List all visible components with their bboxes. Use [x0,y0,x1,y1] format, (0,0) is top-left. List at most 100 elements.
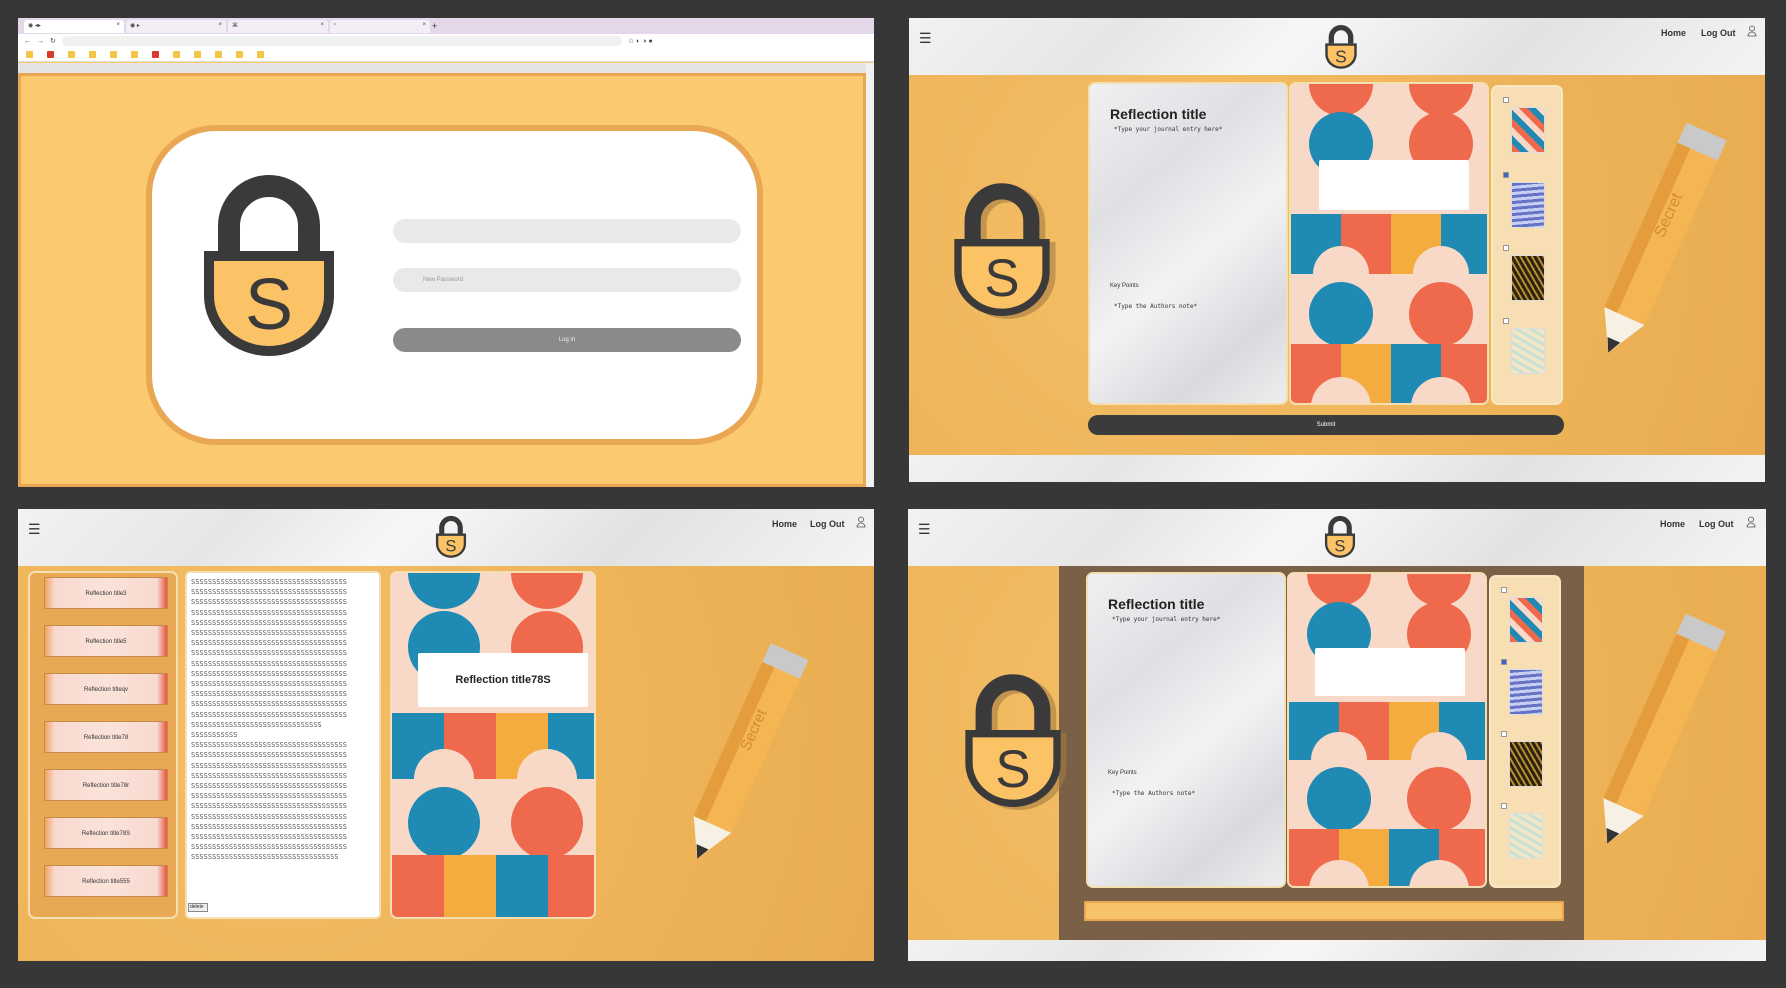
cover-checkbox[interactable] [1501,659,1507,665]
cover-checkbox[interactable] [1501,803,1507,809]
text-line: SSSSSSSSSSSSSSSSSSSSSSSSSSSSSSSSSSSSS [191,659,347,668]
cover-checkbox[interactable] [1501,731,1507,737]
hamburger-icon[interactable]: ☰ [28,521,41,538]
padlock-logo-icon[interactable]: S [1322,24,1360,70]
book-spine[interactable]: Reflection title3 [44,577,168,609]
cover-picker [1489,575,1561,888]
cover-title-box [1319,160,1469,210]
back-icon[interactable]: ← [24,38,31,45]
cover-thumb-floral[interactable] [1511,328,1545,374]
cover-checkbox[interactable] [1501,587,1507,593]
cover-thumb-floral[interactable] [1509,813,1543,859]
browser-tab[interactable]: ⌘ × [228,19,328,33]
cover-thumb-gold[interactable] [1511,255,1545,301]
login-card: S New Password Log in [146,125,763,445]
new-tab-icon[interactable]: + [432,21,437,31]
book-spine[interactable]: Reflection titleqv [44,673,168,705]
browser-tab[interactable]: ◉ ▸ × [126,19,226,33]
cover-thumb-gold[interactable] [1509,741,1543,787]
bookmark-icon[interactable] [110,51,117,58]
submit-button[interactable]: Submit [1088,415,1564,435]
bookmark-icon[interactable] [68,51,75,58]
journal-cover [1289,82,1489,405]
key-points-label: Key Points [1108,770,1137,776]
bookmark-icon[interactable] [173,51,180,58]
hamburger-icon[interactable]: ☰ [919,30,932,47]
password-input[interactable]: New Password [393,268,741,292]
book-spine[interactable]: Reflection title78r [44,769,168,801]
app-header: ☰ S Home Log Out [909,18,1765,75]
cover-checkbox[interactable] [1503,172,1509,178]
svg-text:S: S [1335,46,1347,66]
main-area: Reflection title3 Reflection title5 Refl… [18,566,874,961]
address-bar[interactable] [61,36,622,46]
browser-tab[interactable]: ◉ ◂▸ × [24,19,124,33]
submit-button[interactable] [1084,901,1564,921]
bookmark-icon[interactable] [131,51,138,58]
padlock-logo-icon[interactable]: S [433,515,469,559]
bookmark-icon[interactable] [152,51,159,58]
logout-link[interactable]: Log Out [1699,519,1734,529]
book-spine[interactable]: Reflection title78S [44,817,168,849]
entry-title-input[interactable]: Reflection title [1108,596,1204,612]
bookmarks-bar [18,48,874,62]
bookmark-icon[interactable] [89,51,96,58]
bookmark-icon[interactable] [26,51,33,58]
login-button[interactable]: Log in [393,328,741,352]
svg-text:S: S [995,740,1030,799]
cover-thumb-waves[interactable] [1511,182,1545,228]
text-line: SSSSSSSSSSSSSSSSSSSSSSSSSSSSSSSSSSSSS [191,833,347,842]
padlock-decoration-icon: S [954,183,1056,319]
delete-button[interactable]: delete [188,903,208,912]
text-line: SSSSSSSSSSSSSSSSSSSSSSSSSSSSSSSSSSSSS [191,618,347,627]
text-line: SSSSSSSSSSSSSSSSSSSSSSSSSSSSSSSSSSSSS [191,792,347,801]
home-link[interactable]: Home [1661,28,1686,38]
book-spine[interactable]: Reflection title5 [44,625,168,657]
text-line: SSSSSSSSSSSSSSSSSSSSSSSSSSSSSSSSSSSSS [191,700,347,709]
padlock-decoration-icon: S [965,674,1067,810]
logout-link[interactable]: Log Out [810,519,845,529]
authors-note-input[interactable]: *Type the Authors note* [1114,303,1197,310]
user-icon[interactable] [1747,25,1757,37]
authors-note-input[interactable]: *Type the Authors note* [1112,790,1195,797]
user-icon[interactable] [856,516,866,528]
username-input[interactable] [393,219,741,243]
browser-tab-strip: ◉ ◂▸ × ◉ ▸ × ⌘ × ▫ × + [18,18,874,34]
cover-checkbox[interactable] [1503,97,1509,103]
entry-body-input[interactable]: *Type your journal entry here* [1112,616,1220,623]
cover-thumb-waves[interactable] [1509,669,1543,715]
home-link[interactable]: Home [772,519,797,529]
browser-tab[interactable]: ▫ × [330,19,430,33]
pencil-icon [1603,613,1726,844]
bookmark-icon[interactable] [215,51,222,58]
app-header: ☰ S Home Log Out [18,509,874,566]
book-spine[interactable]: Reflection title78 [44,721,168,753]
logout-link[interactable]: Log Out [1701,28,1736,38]
cover-thumb-pattern[interactable] [1511,107,1545,153]
text-line: SSSSSSSSSSSSSSSSSSSSSSSSSSSSSSSSSSSSS [191,680,347,689]
new-entry-screenshot: ☰ S Home Log Out S Reflection title *Typ… [909,18,1765,482]
journal-text-area[interactable]: SSSSSSSSSSSSSSSSSSSSSSSSSSSSSSSSSSSSS SSS… [185,571,381,919]
home-link[interactable]: Home [1660,519,1685,529]
entry-body-input[interactable]: *Type your journal entry here* [1114,126,1222,133]
scrollbar[interactable] [866,63,874,487]
bookmark-icon[interactable] [47,51,54,58]
bookmark-icon[interactable] [257,51,264,58]
entry-title-input[interactable]: Reflection title [1110,106,1206,122]
cover-thumb-pattern[interactable] [1509,597,1543,643]
main-area: S Reflection title *Type your journal en… [909,75,1765,455]
bookmark-icon[interactable] [194,51,201,58]
cover-title-box [1315,648,1465,696]
reload-icon[interactable]: ↻ [50,37,56,45]
hamburger-icon[interactable]: ☰ [918,521,931,538]
cover-checkbox[interactable] [1503,318,1509,324]
user-icon[interactable] [1746,516,1756,528]
forward-icon[interactable]: → [37,38,44,45]
bookmark-icon[interactable] [236,51,243,58]
book-title: Reflection title3 [85,591,127,597]
cover-checkbox[interactable] [1503,245,1509,251]
book-spine[interactable]: Reflection title555 [44,865,168,897]
extensions-icon[interactable]: ☆ ◐ ◑ ● [628,37,653,45]
padlock-logo-icon[interactable]: S [1322,515,1358,559]
text-line: SSSSSSSSSSSSSSSSSSSSSSSSSSSSSSSSSSSSS [191,588,347,597]
